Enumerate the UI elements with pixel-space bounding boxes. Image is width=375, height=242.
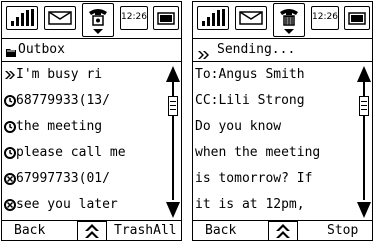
failed-icon [4, 166, 16, 192]
message-list: I'm busy ri 68779933(13/ the meeting ple… [2, 62, 165, 220]
folder-icon [5, 43, 17, 62]
outbox-screen: 12:26 Outbox I'm busy ri 68779933(13/ th… [1, 1, 182, 241]
clock-display: 12:26 [311, 6, 339, 30]
list-item[interactable]: see you later [4, 192, 118, 218]
scroll-down-arrow-icon[interactable] [166, 202, 180, 218]
battery-icon [344, 6, 370, 30]
list-item[interactable]: please call me [4, 140, 126, 166]
recipient-cc: CC:Lili Strong [195, 93, 305, 108]
clock-icon [4, 140, 16, 166]
list-item[interactable]: 68779933(13/ [4, 88, 110, 114]
scroll-down-arrow-icon[interactable] [357, 202, 371, 218]
battery-icon [153, 6, 179, 30]
navigate-up-button[interactable] [268, 221, 298, 240]
clock-icon [4, 88, 16, 114]
phone-icon[interactable] [273, 3, 305, 37]
scroll-thumb[interactable] [359, 96, 369, 116]
double-chevron-up-icon [85, 224, 99, 238]
message-line: is tomorrow? If [195, 171, 313, 186]
page-title: Outbox [18, 42, 65, 57]
list-item[interactable]: the meeting [4, 114, 102, 140]
scroll-up-arrow-icon[interactable] [357, 66, 371, 82]
title-bar: Sending... [193, 38, 372, 62]
signal-icon [197, 6, 229, 30]
status-bar: 12:26 [193, 2, 372, 38]
scrollbar[interactable] [357, 66, 371, 218]
softkey-bar: Back TrashAll [2, 220, 181, 240]
clock-display: 12:26 [120, 6, 148, 30]
trash-all-button[interactable]: TrashAll [114, 222, 177, 240]
title-bar: Outbox [2, 38, 181, 62]
back-button[interactable]: Back [205, 222, 236, 240]
double-chevron-up-icon [276, 224, 290, 238]
clock-icon [4, 114, 16, 140]
scroll-thumb[interactable] [168, 96, 178, 116]
signal-icon [6, 6, 38, 30]
message-line: it is at 12pm, [195, 197, 305, 212]
message-line: when the meeting [195, 145, 321, 160]
navigate-up-button[interactable] [77, 221, 107, 240]
page-title: Sending... [217, 42, 296, 57]
scrollbar[interactable] [166, 66, 180, 218]
phone-icon[interactable] [82, 3, 114, 37]
message-line: Do you know [195, 119, 282, 134]
stop-button[interactable]: Stop [327, 222, 358, 240]
list-item[interactable]: I'm busy ri [4, 62, 102, 88]
list-item[interactable]: 67997733(01/ [4, 166, 110, 192]
status-bar: 12:26 [2, 2, 181, 38]
back-button[interactable]: Back [14, 222, 45, 240]
failed-icon [4, 192, 16, 218]
scroll-up-arrow-icon[interactable] [166, 66, 180, 82]
message-body: To:Angus Smith CC:Lili Strong Do you kno… [193, 62, 356, 220]
softkey-bar: Back Stop [193, 220, 372, 240]
envelope-icon[interactable] [235, 6, 267, 30]
sending-screen: 12:26 Sending... To:Angus Smith CC:Lili … [192, 1, 373, 241]
recipient-to: To:Angus Smith [195, 67, 305, 82]
envelope-icon[interactable] [44, 6, 76, 30]
double-arrow-icon [4, 62, 16, 88]
